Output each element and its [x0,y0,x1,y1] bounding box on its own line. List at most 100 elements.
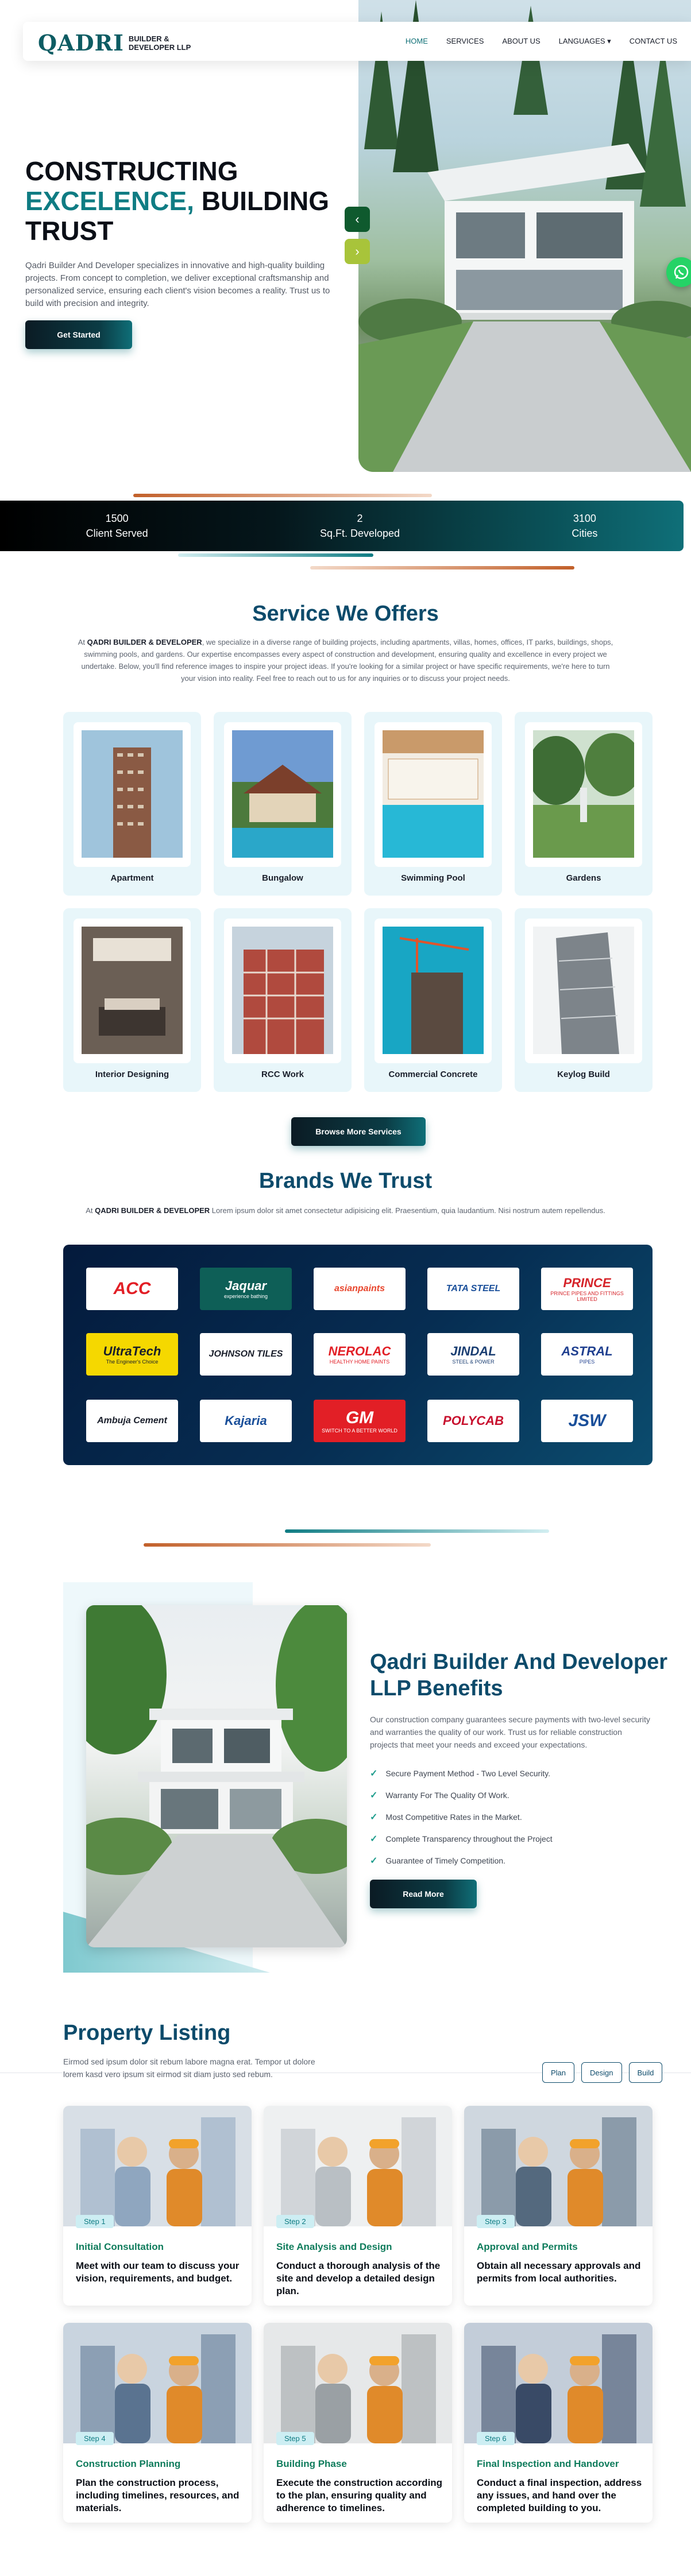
nav-home[interactable]: HOME [406,37,428,46]
service-label: Interior Designing [95,1070,169,1079]
brand-logo-asianpaints: asianpaints [314,1268,406,1310]
brand-logo-text: UltraTech The Engineer's Choice [103,1344,161,1365]
hero-title-line3: TRUST [25,216,114,246]
service-label: RCC Work [261,1070,304,1079]
brand-logo-jindal: JINDAL STEEL & POWER [427,1333,519,1376]
brand-subtitle: STEEL & POWER [452,1359,495,1365]
brand-logo-text: asianpaints [334,1284,385,1294]
step-card[interactable]: Step 1 Initial Consultation Meet with our … [63,2106,252,2306]
brand-name: ACC [113,1279,151,1298]
brand-logo-text: POLYCAB [443,1413,504,1428]
logo-tagline: BUILDER & DEVELOPER LLP [128,34,191,52]
service-card-swimming-pool[interactable]: Swimming Pool [364,712,502,896]
brand-name: PRINCE [563,1276,611,1290]
step-card[interactable]: Step 6 Final Inspection and Handover Condu… [464,2323,653,2523]
benefit-text: Secure Payment Method - Two Level Securi… [385,1769,551,1778]
step-text: Meet with our team to discuss your visio… [76,2260,240,2284]
step-name: Building Phase [276,2458,347,2469]
nav-services[interactable]: SERVICES [446,37,484,46]
check-icon: ✓ [370,1769,378,1779]
step-name: Approval and Permits [477,2241,578,2252]
nav-languages-dropdown[interactable]: LANGUAGES ▾ [559,37,611,46]
benefit-item: ✓ Warranty For The Quality Of Work. [370,1784,553,1806]
step-card[interactable]: Step 3 Approval and Permits Obtain all nec… [464,2106,653,2306]
service-label: Keylog Build [557,1070,610,1079]
brands-description: At QADRI BUILDER & DEVELOPER Lorem ipsum… [75,1204,616,1217]
benefit-text: Complete Transparency throughout the Pro… [385,1834,553,1843]
brand-name: asianpaints [334,1284,385,1293]
decorative-line [310,566,574,570]
service-label: Swimming Pool [401,873,465,883]
filter-plan-button[interactable]: Plan [542,2062,575,2083]
step-image [464,2106,653,2226]
brand-name: ASTRAL [561,1344,613,1358]
step-badge: Step 4 [76,2432,114,2445]
apartment-image [82,730,183,858]
service-image-frame [375,722,492,867]
desc-prefix: At [78,638,87,646]
step-image [63,2323,252,2443]
services-description: At QADRI BUILDER & DEVELOPER, we special… [75,636,616,684]
read-more-button[interactable]: Read More [370,1880,477,1908]
filter-build-button[interactable]: Build [628,2062,663,2083]
brand-subtitle: HEALTHY HOME PAINTS [329,1359,390,1365]
arrow-left-icon[interactable]: ‹ [345,207,370,232]
step-card[interactable]: Step 4 Construction Planning Plan the cons… [63,2323,252,2523]
brand-name: Jaquar [225,1279,267,1293]
step-image [464,2323,653,2443]
brand-logo-text: Kajaria [225,1413,267,1428]
service-label: Gardens [566,873,601,883]
service-card-gardens[interactable]: Gardens [515,712,653,896]
get-started-button[interactable]: Get Started [25,320,132,349]
service-card-bungalow[interactable]: Bungalow [214,712,352,896]
benefit-text: Most Competitive Rates in the Market. [385,1812,522,1822]
stat-value: 1500 [105,513,129,524]
step-badge: Step 6 [477,2432,515,2445]
brand-subtitle: The Engineer's Choice [106,1359,159,1365]
service-card-commercial-concrete[interactable]: Commercial Concrete [364,908,502,1092]
keylog-build-image [533,927,634,1054]
brand-logo-text: ASTRAL PIPES [561,1344,612,1365]
brand-logo-grid: ACC Jaquar experience bathing asianpaints TA… [63,1245,653,1465]
hero-title-line2: EXCELENCE, BUILDING [25,186,347,216]
browse-more-services-button[interactable]: Browse More Services [291,1117,426,1146]
filter-design-button[interactable]: Design [581,2062,622,2083]
brand-logo-nerolac: NEROLAC HEALTHY HOME PAINTS [314,1333,406,1376]
brand-logo-text: ACC [114,1279,151,1299]
nav-contact-us[interactable]: CONTACT US [630,37,677,46]
step-card[interactable]: Step 2 Site Analysis and Design Conduct a … [264,2106,452,2306]
brand-subtitle: PIPES [579,1359,595,1365]
check-icon: ✓ [370,1812,378,1822]
brand-name: JINDAL [450,1344,496,1358]
service-card-rcc-work[interactable]: RCC Work [214,908,352,1092]
step-text: Conduct a final inspection, address any … [477,2477,642,2513]
brand-logo-ultratech: UltraTech The Engineer's Choice [86,1333,178,1376]
services-title: Service We Offers [252,602,439,626]
commercial-concrete-image [383,927,484,1054]
brand-subtitle: SWITCH TO A BETTER WORLD [322,1428,397,1434]
step-card[interactable]: Step 5 Building Phase Execute the construc… [264,2323,452,2523]
brand-subtitle: experience bathing [223,1293,268,1299]
service-card-interior-designing[interactable]: Interior Designing [63,908,201,1092]
stat-value: 3100 [573,513,596,524]
brand-logo-gm: GM SWITCH TO A BETTER WORLD [314,1400,406,1442]
step-text: Execute the construction according to th… [276,2477,443,2513]
desc-brand: QADRI BUILDER & DEVELOPER [95,1206,210,1215]
benefit-item: ✓ Most Competitive Rates in the Market. [370,1806,553,1828]
interior-image [82,927,183,1054]
brand-name: JOHNSON TILES [209,1349,283,1359]
arrow-right-icon[interactable]: › [345,239,370,264]
service-image-frame [74,722,191,867]
service-image-frame [74,919,191,1063]
nav-about-us[interactable]: ABOUT US [502,37,540,46]
brand-name: NEROLAC [328,1344,391,1358]
benefit-item: ✓ Guarantee of Timely Competition. [370,1850,553,1872]
brands-title: Brands We Trust [258,1169,433,1193]
brand-logo-astral: ASTRAL PIPES [541,1333,633,1376]
brand-logo-polycab: POLYCAB [427,1400,519,1442]
hero-title-rest: BUILDING [194,186,330,216]
service-card-apartment[interactable]: Apartment [63,712,201,896]
service-card-keylog-build[interactable]: Keylog Build [515,908,653,1092]
brand-logo[interactable]: QADRI BUILDER & DEVELOPER LLP [38,30,198,56]
whatsapp-icon[interactable] [666,257,691,287]
